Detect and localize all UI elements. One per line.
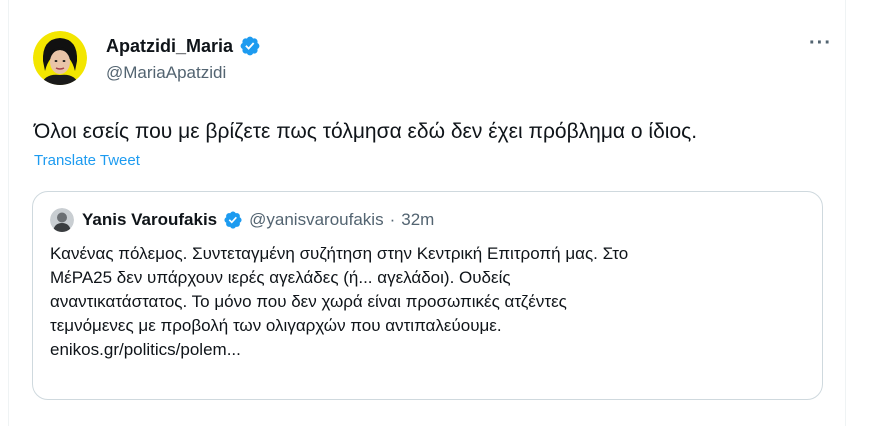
quoted-author-display-name: Yanis Varoufakis — [82, 210, 218, 229]
timeline-border-right — [845, 0, 846, 426]
separator-dot: · — [389, 210, 396, 229]
quoted-text-line: αναντικατάστατος. Το μόνο που δεν χωρά ε… — [50, 292, 567, 311]
tweet[interactable]: Apatzidi_Maria @MariaApatzidi ··· Όλοι ε… — [20, 20, 832, 400]
quoted-author-handle: @yanisvaroufakis — [249, 210, 384, 229]
timeline-border-left — [8, 0, 9, 426]
quoted-tweet-header: Yanis Varoufakis @yanisvaroufakis · 32m — [50, 208, 434, 232]
author-display-name[interactable]: Apatzidi_Maria — [106, 36, 233, 57]
tweet-text: Όλοι εσείς που με βρίζετε πως τόλμησα εδ… — [34, 120, 698, 143]
quoted-tweet[interactable]: Yanis Varoufakis @yanisvaroufakis · 32m … — [32, 191, 823, 400]
quoted-author-avatar — [50, 208, 74, 232]
author-handle[interactable]: @MariaApatzidi — [106, 63, 226, 83]
quoted-text-line: Κανένας πόλεμος. Συντεταγμένη συζήτηση σ… — [50, 244, 629, 263]
tweet-header: Apatzidi_Maria @MariaApatzidi ··· — [20, 20, 832, 92]
quoted-text-line: ΜέΡΑ25 δεν υπάρχουν ιερές αγελάδες (ή...… — [50, 268, 511, 287]
verified-badge-icon — [224, 211, 242, 229]
author-avatar[interactable] — [33, 31, 87, 85]
quoted-tweet-link[interactable]: enikos.gr/politics/polem... — [50, 338, 810, 362]
more-options-icon[interactable]: ··· — [809, 32, 832, 55]
quoted-tweet-time: 32m — [401, 210, 435, 229]
quoted-text-line: τεμνόμενες με προβολή των ολιγαρχών που … — [50, 316, 502, 335]
author-name-row: Apatzidi_Maria — [106, 35, 261, 57]
translate-tweet-link[interactable]: Translate Tweet — [34, 152, 140, 169]
quoted-tweet-text: Κανένας πόλεμος. Συντεταγμένη συζήτηση σ… — [50, 242, 810, 362]
verified-badge-icon — [240, 36, 260, 56]
